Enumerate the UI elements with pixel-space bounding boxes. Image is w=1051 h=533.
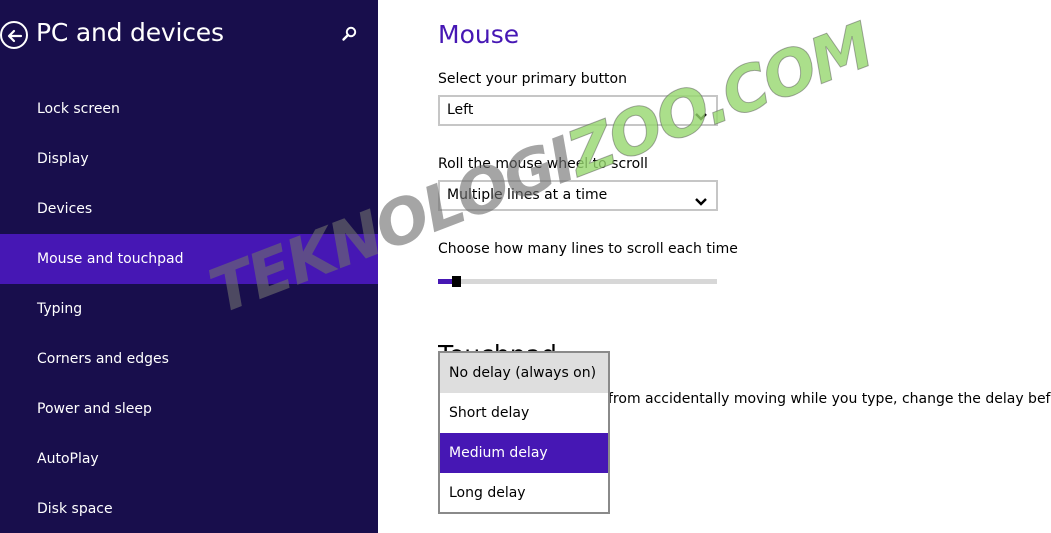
chevron-down-icon: [694, 190, 708, 217]
dropdown-option-long-delay[interactable]: Long delay: [440, 473, 608, 513]
sidebar-nav: Lock screen Display Devices Mouse and to…: [0, 84, 378, 533]
lines-scroll-label: Choose how many lines to scroll each tim…: [438, 241, 738, 257]
search-icon[interactable]: [340, 24, 360, 44]
wheel-scroll-label: Roll the mouse wheel to scroll: [438, 156, 648, 172]
wheel-scroll-select[interactable]: Multiple lines at a time: [438, 180, 718, 211]
slider-track: [438, 279, 717, 284]
sidebar-item-disk-space[interactable]: Disk space: [0, 484, 378, 533]
sidebar-item-typing[interactable]: Typing: [0, 284, 378, 334]
dropdown-option-short-delay[interactable]: Short delay: [440, 393, 608, 433]
chevron-down-icon: [694, 105, 708, 132]
wheel-scroll-value: Multiple lines at a time: [447, 187, 608, 203]
dropdown-option-medium-delay[interactable]: Medium delay: [440, 433, 608, 473]
dropdown-option-no-delay[interactable]: No delay (always on): [440, 353, 608, 393]
slider-thumb[interactable]: [452, 276, 461, 287]
sidebar-item-corners-and-edges[interactable]: Corners and edges: [0, 334, 378, 384]
page-title: Mouse: [438, 20, 520, 49]
sidebar: PC and devices Lock screen Display Devic…: [0, 0, 378, 533]
sidebar-item-devices[interactable]: Devices: [0, 184, 378, 234]
primary-button-select[interactable]: Left: [438, 95, 718, 126]
sidebar-item-lock-screen[interactable]: Lock screen: [0, 84, 378, 134]
primary-button-value: Left: [447, 102, 474, 118]
sidebar-item-mouse-and-touchpad[interactable]: Mouse and touchpad: [0, 234, 378, 284]
sidebar-item-autoplay[interactable]: AutoPlay: [0, 434, 378, 484]
back-arrow-icon[interactable]: [0, 21, 28, 49]
primary-button-label: Select your primary button: [438, 71, 627, 87]
sidebar-item-power-and-sleep[interactable]: Power and sleep: [0, 384, 378, 434]
delay-dropdown-list: No delay (always on) Short delay Medium …: [438, 351, 610, 514]
touchpad-description: from accidentally moving while you type,…: [608, 391, 1051, 407]
lines-scroll-slider[interactable]: [438, 276, 717, 287]
slider-fill: [438, 279, 452, 284]
sidebar-item-display[interactable]: Display: [0, 134, 378, 184]
sidebar-title: PC and devices: [36, 18, 224, 47]
sidebar-header: PC and devices: [0, 14, 378, 58]
